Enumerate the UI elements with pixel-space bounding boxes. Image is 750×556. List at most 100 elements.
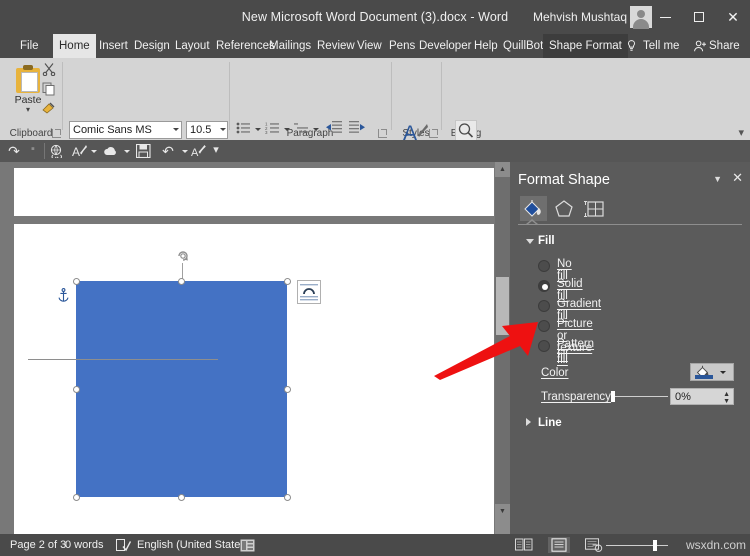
resize-handle-middle-right[interactable]	[283, 385, 291, 393]
numbering-chevron-down-icon[interactable]	[284, 128, 290, 131]
read-mode-icon	[515, 538, 533, 551]
paragraph-dialog-launcher[interactable]	[378, 129, 387, 138]
tab-home[interactable]: Home	[53, 34, 96, 58]
scroll-up-icon[interactable]: ▲	[495, 162, 510, 177]
multilevel-list-icon[interactable]	[294, 121, 309, 135]
resize-handle-top-right[interactable]	[283, 277, 291, 285]
word-application-window: New Microsoft Word Document (3).docx - W…	[0, 0, 750, 556]
fill-line-tab[interactable]	[520, 196, 547, 221]
numbered-list-icon[interactable]: 1 2 3	[265, 121, 280, 135]
account-name[interactable]: Mehvish Mushtaq	[533, 0, 627, 34]
maximize-button[interactable]	[682, 0, 716, 34]
transparency-slider-thumb[interactable]	[611, 391, 615, 402]
collapse-ribbon-chevron-up-icon[interactable]: ▾	[738, 126, 744, 139]
style-chevron-down-icon[interactable]	[91, 150, 97, 153]
textbox-icon	[584, 201, 604, 217]
rotate-icon[interactable]	[175, 248, 191, 264]
transparency-slider-track[interactable]	[612, 396, 668, 397]
bullet-chevron-down-icon[interactable]	[255, 128, 261, 131]
undo-chevron-down-icon[interactable]	[182, 150, 188, 153]
increase-indent-icon[interactable]	[349, 120, 365, 135]
font-name-chevron-down-icon[interactable]	[173, 128, 179, 131]
decrease-indent-icon[interactable]	[326, 120, 342, 135]
spin-down-icon[interactable]: ▼	[723, 398, 730, 405]
fill-color-swatch	[695, 375, 713, 379]
share-person-icon	[694, 40, 706, 52]
share-button[interactable]: Share	[709, 34, 740, 58]
tab-shape-format[interactable]: Shape Format	[543, 34, 628, 58]
qat-more-icon[interactable]: ▾	[210, 143, 222, 156]
word-count[interactable]: 0 words	[65, 534, 104, 556]
effects-tab[interactable]	[551, 196, 578, 221]
page-indicator[interactable]: Page 2 of 3	[10, 534, 66, 556]
undo-icon[interactable]: ↶	[160, 143, 176, 160]
paragraph-group-label: Paragraph	[286, 128, 334, 139]
spin-up-icon[interactable]: ▲	[723, 391, 730, 398]
divider	[44, 143, 45, 159]
layout-properties-tab[interactable]	[582, 196, 609, 221]
undo-disabled-icon: ▪	[31, 143, 35, 155]
transparency-spinbox[interactable]: 0% ▲ ▼	[670, 388, 734, 405]
layout-options-icon	[300, 284, 318, 301]
pane-close-button[interactable]: ✕	[732, 170, 743, 186]
layout-options-button[interactable]	[297, 280, 321, 304]
line-section-expand-icon[interactable]	[526, 418, 531, 426]
minimize-icon	[659, 17, 671, 19]
zoom-slider-thumb[interactable]	[653, 540, 657, 551]
zoom-slider-track[interactable]	[606, 545, 668, 546]
title-bar: New Microsoft Word Document (3).docx - W…	[0, 0, 750, 34]
tab-file[interactable]: File	[14, 34, 45, 58]
resize-handle-middle-left[interactable]	[72, 385, 80, 393]
copy-icon[interactable]	[42, 82, 56, 96]
scroll-down-icon[interactable]: ▼	[495, 504, 510, 519]
svg-text:A: A	[191, 147, 199, 158]
fill-section-expand-icon[interactable]	[526, 239, 534, 244]
cut-scissors-icon[interactable]	[42, 62, 56, 76]
redo-icon[interactable]: ↷	[6, 143, 22, 160]
fill-color-button[interactable]	[690, 363, 734, 381]
ribbon-tab-bar: File Home Insert Design Layout Reference…	[0, 34, 750, 58]
pane-options-chevron-down-icon[interactable]: ▼	[713, 174, 722, 184]
zoom-out-icon[interactable]: −	[592, 538, 599, 552]
format-painter-icon[interactable]	[41, 101, 56, 115]
quick-access-toolbar: ↷ ▪ A ↶ A ▾	[0, 140, 750, 162]
bullet-list-icon[interactable]	[236, 121, 251, 135]
globe-link-icon[interactable]	[49, 144, 64, 158]
radio-pattern-fill-label: Pattern fill	[557, 338, 595, 362]
resize-handle-bottom-center[interactable]	[178, 493, 185, 501]
color-label: Color	[541, 367, 569, 379]
transparency-label: Transparency	[541, 391, 611, 403]
proofing-icon[interactable]	[116, 539, 131, 552]
minimize-button[interactable]	[648, 0, 682, 34]
read-mode-view-button[interactable]	[513, 537, 535, 553]
style-brush-icon[interactable]: A	[72, 144, 87, 158]
fill-color-chevron-down-icon[interactable]	[720, 371, 726, 374]
cloud-chevron-down-icon[interactable]	[124, 150, 130, 153]
rectangle-shape[interactable]	[76, 281, 287, 497]
format-painter-icon[interactable]: A	[191, 144, 206, 158]
font-name-combobox[interactable]: Comic Sans MS	[69, 121, 182, 139]
resize-handle-bottom-left[interactable]	[72, 493, 80, 501]
pentagon-icon	[555, 200, 573, 217]
transparency-value: 0%	[675, 391, 691, 403]
save-icon[interactable]	[136, 144, 151, 158]
resize-handle-bottom-right[interactable]	[283, 493, 291, 501]
resize-handle-top-left[interactable]	[72, 277, 80, 285]
language-indicator[interactable]: English (United States)	[137, 534, 250, 556]
font-size-chevron-down-icon[interactable]	[220, 128, 226, 131]
paste-icon	[15, 65, 41, 93]
tab-quillbot[interactable]: QuillBot	[497, 34, 549, 58]
line-section-header[interactable]: Line	[538, 417, 562, 429]
multilevel-chevron-down-icon[interactable]	[313, 128, 319, 131]
print-layout-view-button[interactable]	[548, 537, 570, 553]
clipboard-dialog-launcher[interactable]	[52, 129, 61, 138]
resize-handle-top-center[interactable]	[178, 277, 185, 285]
tab-mailings[interactable]: Mailings	[263, 34, 317, 58]
close-button[interactable]: ✕	[716, 0, 750, 34]
accessibility-icon[interactable]	[240, 539, 255, 552]
group-clipboard: Paste ▾ Clipboard	[0, 58, 62, 140]
cloud-icon[interactable]	[103, 144, 119, 158]
tab-layout[interactable]: Layout	[169, 34, 216, 58]
fill-section-header[interactable]: Fill	[538, 235, 555, 247]
tell-me-button[interactable]: Tell me	[643, 34, 679, 58]
